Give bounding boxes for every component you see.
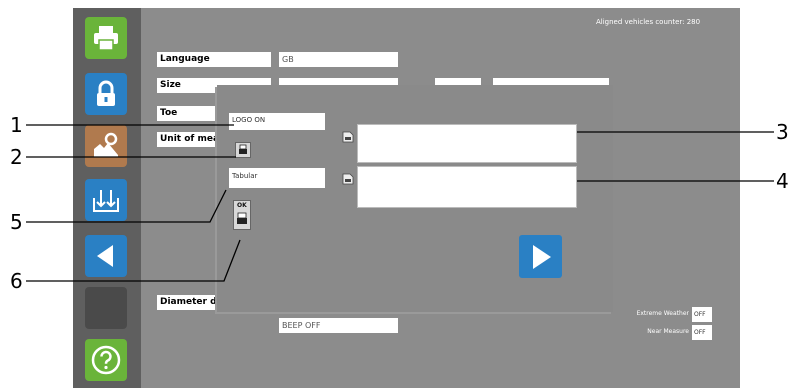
callout-6: 6 <box>10 269 23 293</box>
callout-1: 1 <box>10 113 23 137</box>
callout-line-6 <box>26 239 241 282</box>
callout-lines <box>26 124 774 282</box>
callout-4: 4 <box>776 169 789 193</box>
callout-3: 3 <box>776 120 789 144</box>
callout-5: 5 <box>10 210 23 234</box>
callout-2: 2 <box>10 145 23 169</box>
callout-line-5 <box>26 189 227 223</box>
